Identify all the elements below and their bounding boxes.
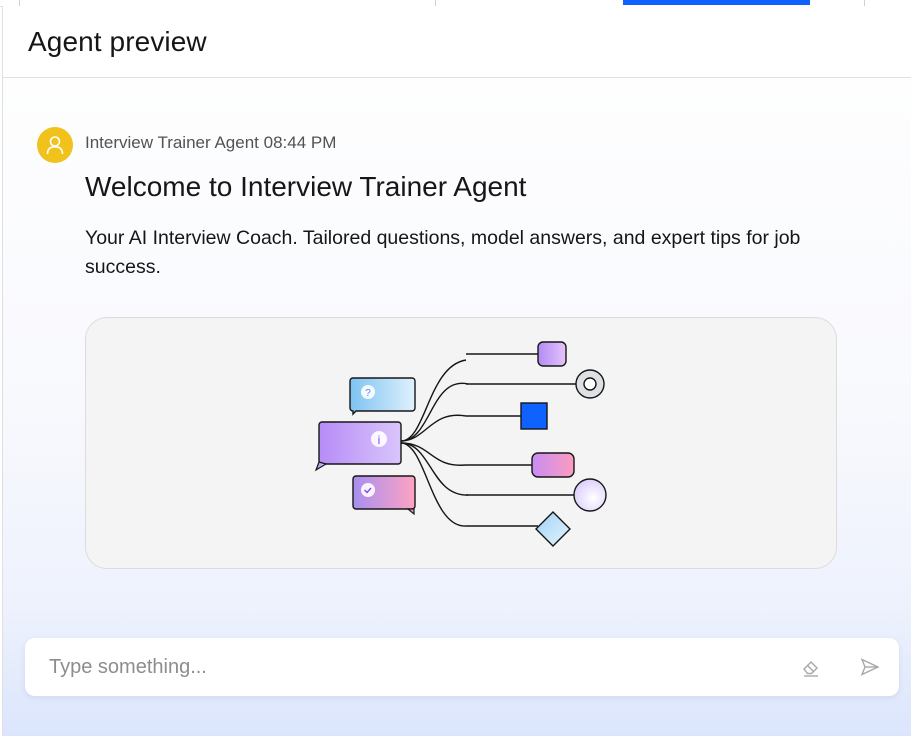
send-icon[interactable]: [855, 652, 885, 682]
user-icon: [37, 127, 73, 163]
message-time: 08:44 PM: [263, 133, 337, 152]
chat-input[interactable]: [25, 638, 765, 696]
panel-title: Agent preview: [28, 25, 207, 57]
svg-text:?: ?: [365, 388, 371, 399]
illustration-card: ? i: [85, 317, 837, 569]
svg-text:i: i: [378, 433, 381, 447]
flow-diagram-illustration: ? i: [314, 341, 607, 547]
message-title: Welcome to Interview Trainer Agent: [85, 171, 527, 202]
message-body: Your AI Interview Coach. Tailored questi…: [85, 227, 801, 278]
sender-name: Interview Trainer Agent: [85, 133, 259, 152]
eraser-icon[interactable]: [796, 652, 826, 682]
active-tab-indicator[interactable]: [623, 0, 810, 5]
message-meta: Interview Trainer Agent 08:44 PM: [85, 133, 336, 153]
chat-input-bar: [25, 638, 899, 696]
panel-header: Agent preview: [3, 6, 911, 78]
